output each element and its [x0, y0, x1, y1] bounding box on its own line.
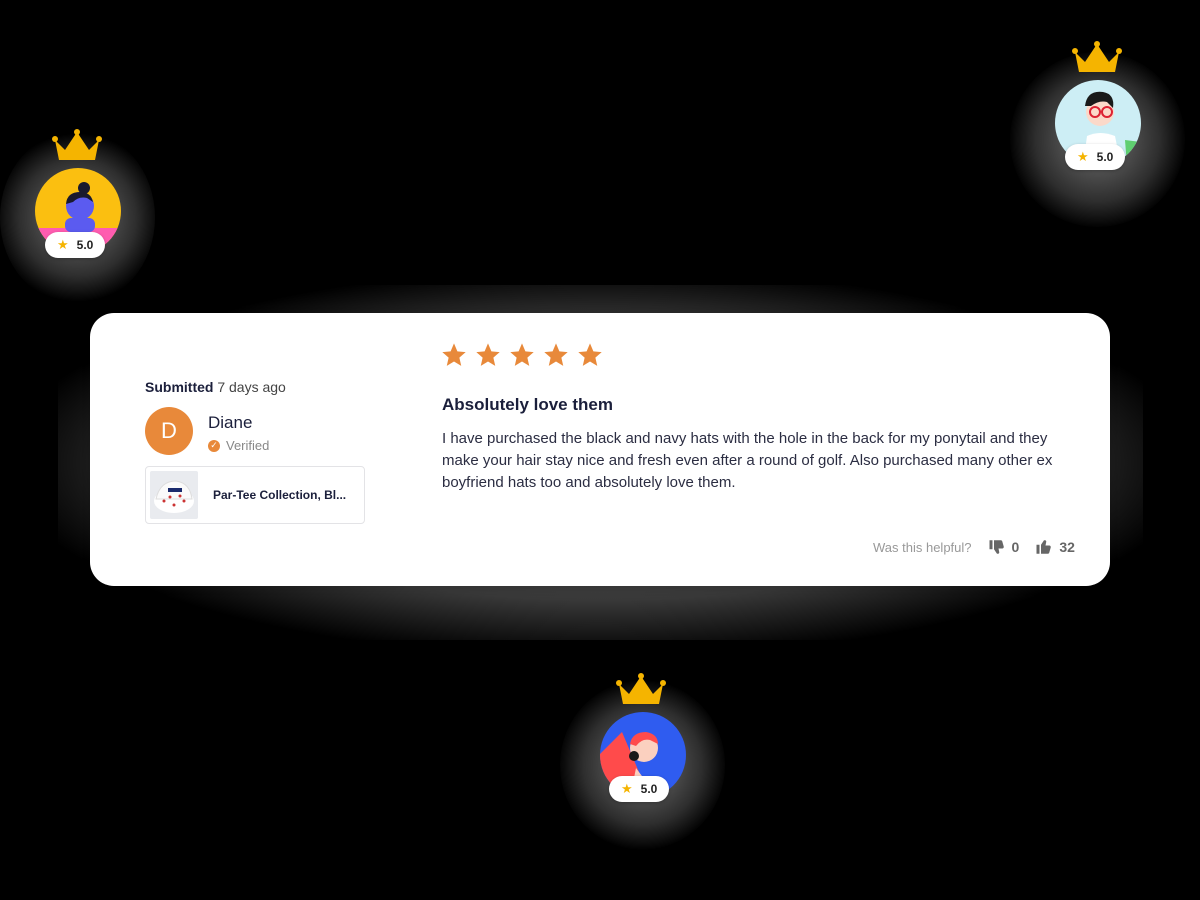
product-link[interactable]: Par-Tee Collection, Bl...: [145, 466, 365, 524]
rating-value: 5.0: [1096, 150, 1114, 164]
crown-icon: [616, 673, 666, 704]
review-card: Submitted 7 days ago D Diane ✓ Verified …: [90, 313, 1110, 586]
thumbs-up-count: 32: [1059, 539, 1075, 555]
thumbs-up-icon: [1036, 540, 1052, 554]
crown-icon: [1072, 41, 1122, 72]
thumbs-down-button[interactable]: 0: [988, 538, 1020, 556]
star-icon: [544, 343, 568, 366]
review-title: Absolutely love them: [442, 395, 613, 414]
star-icon: [442, 343, 466, 366]
user-name: Diane: [208, 413, 253, 432]
rating-badge: ★ 5.0: [1065, 144, 1126, 170]
reviewer-avatar-bottom: ★ 5.0: [599, 672, 689, 807]
star-icon: [476, 343, 500, 366]
rating-badge: ★ 5.0: [45, 232, 106, 258]
helpful-section: Was this helpful? 0 32: [873, 538, 1075, 556]
star-icon: ★: [621, 781, 633, 796]
star-icon: [578, 343, 602, 366]
review-body: I have purchased the black and navy hats…: [442, 430, 1053, 491]
user-initial-avatar: D: [145, 407, 193, 455]
product-name: Par-Tee Collection, Bl...: [213, 488, 347, 502]
submitted-date: 7 days ago: [217, 379, 286, 395]
rating-value: 5.0: [76, 238, 94, 252]
rating-value: 5.0: [640, 782, 658, 796]
star-icon: ★: [1077, 149, 1089, 164]
product-thumbnail: [150, 471, 198, 519]
rating-badge: ★ 5.0: [609, 776, 670, 802]
crown-icon: [52, 129, 102, 160]
reviewer-avatar-right: ★ 5.0: [1054, 40, 1144, 175]
thumbs-down-count: 0: [1011, 539, 1020, 555]
reviewer-avatar-left: ★ 5.0: [35, 128, 125, 263]
thumbs-down-icon: [989, 540, 1004, 554]
helpful-label: Was this helpful?: [873, 539, 972, 555]
verified-status: ✓ Verified: [208, 438, 269, 453]
verified-label: Verified: [226, 438, 270, 453]
submitted-info: Submitted 7 days ago: [145, 379, 286, 395]
star-icon: [510, 343, 534, 366]
star-rating: [440, 341, 604, 369]
submitted-label: Submitted: [145, 379, 214, 395]
check-icon: ✓: [208, 439, 220, 452]
star-icon: ★: [57, 237, 69, 252]
thumbs-up-button[interactable]: 32: [1035, 538, 1075, 556]
